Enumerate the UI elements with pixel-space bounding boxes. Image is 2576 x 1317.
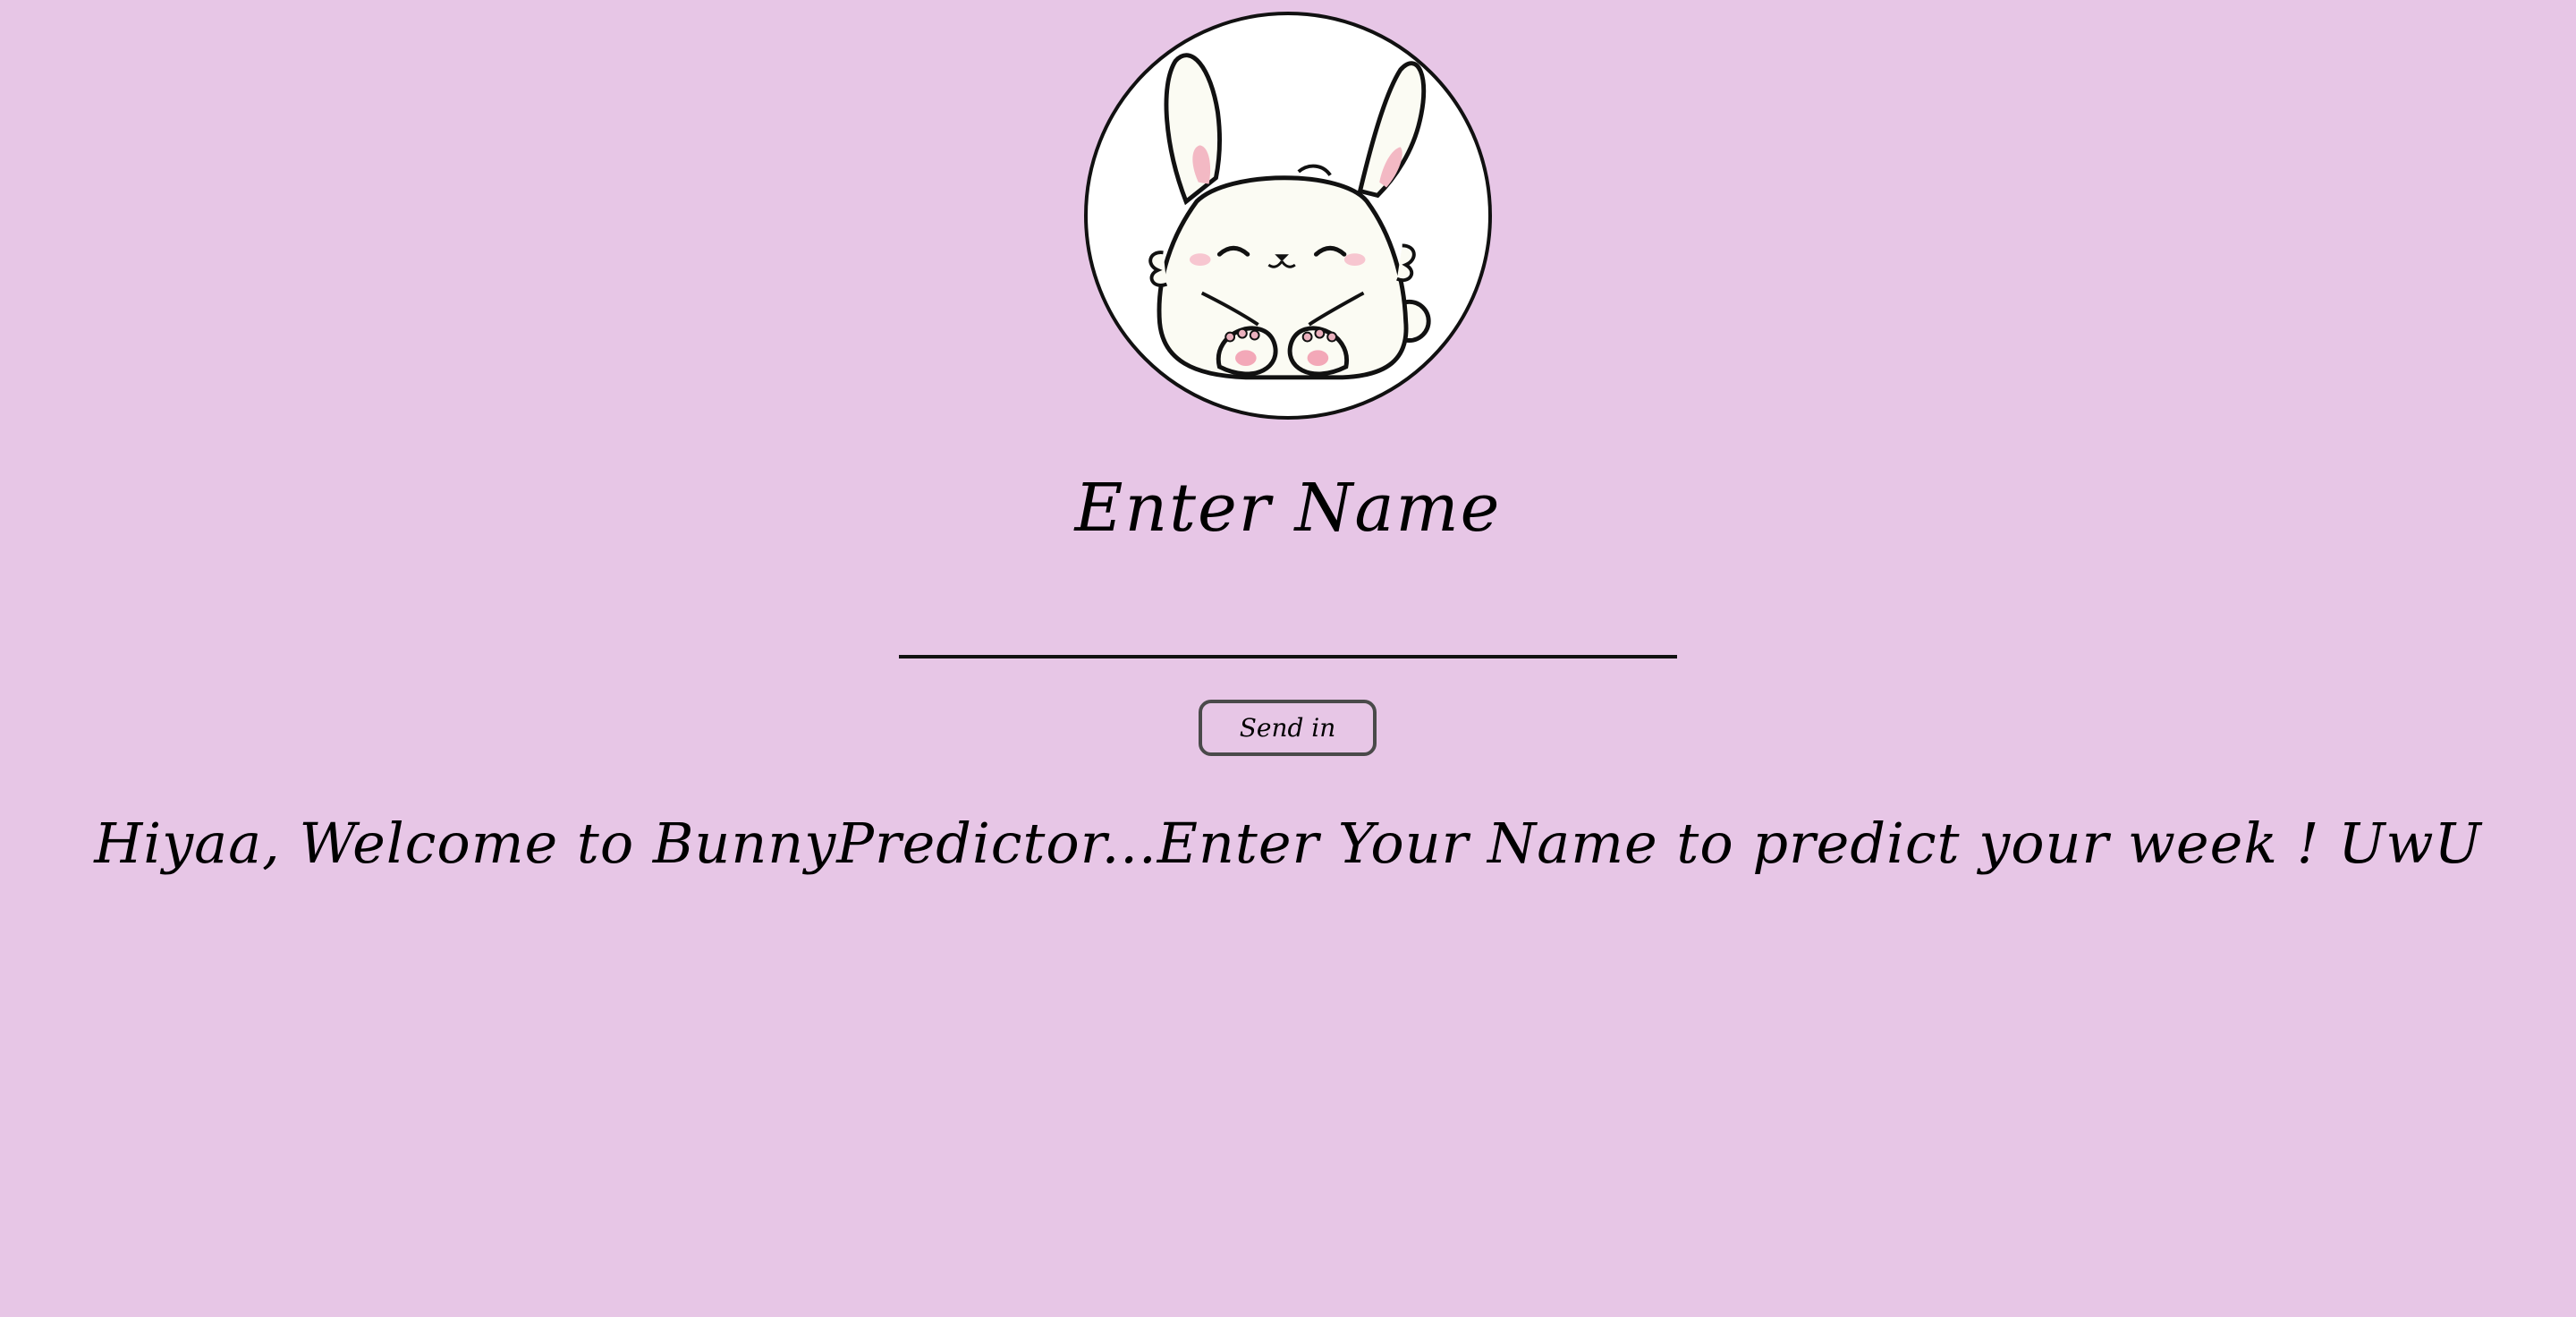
send-in-button[interactable]: Send in (1199, 700, 1377, 756)
bunny-icon (1148, 53, 1431, 380)
welcome-message: Hiyaa, Welcome to BunnyPredictor...Enter… (94, 811, 2482, 876)
page-title: Enter Name (1074, 470, 1502, 547)
bunny-avatar (1084, 12, 1492, 420)
name-input[interactable] (899, 605, 1677, 658)
